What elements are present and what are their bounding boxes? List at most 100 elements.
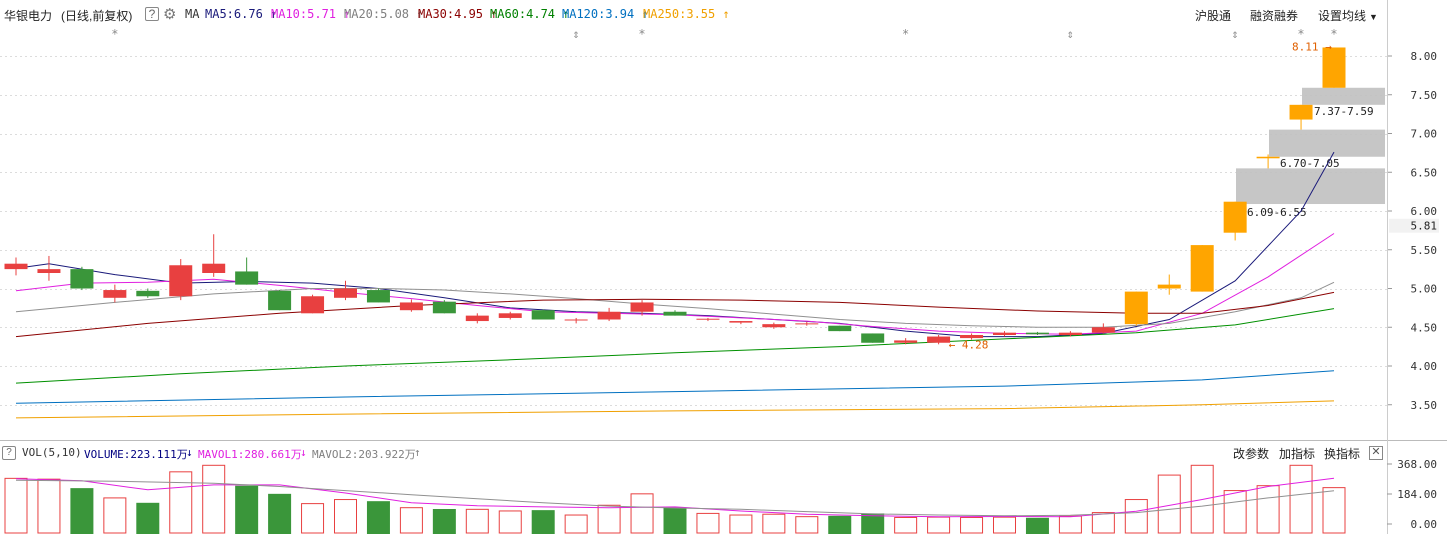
price-tick-label-5: 5.50 <box>1411 244 1438 257</box>
event-marker-6: * <box>1297 27 1304 41</box>
grid-lines <box>0 56 1387 406</box>
volume-bar-0 <box>4 477 28 534</box>
price-band-0 <box>1302 87 1385 105</box>
volume-bar-15 <box>498 510 522 534</box>
candle-body-33 <box>1091 327 1115 333</box>
price-band-2 <box>1236 168 1385 205</box>
current-price-label: 5.81 <box>1411 220 1438 233</box>
volume-bar-31 <box>1025 517 1049 534</box>
volume-bar-8 <box>268 493 292 534</box>
mavol2-value: MAVOL2:203.922万 <box>312 448 416 461</box>
add-indicator-button[interactable]: 加指标 <box>1279 445 1315 462</box>
candle-body-35 <box>1157 284 1181 289</box>
price-axis: 8.00 7.50 7.00 6.50 6.00 5.50 5.00 4.50 4.00 3.50… <box>1387 50 1439 412</box>
arrow-down-icon: ↓ <box>186 446 193 459</box>
candle-body-11 <box>366 290 390 303</box>
candle-body-32 <box>1058 332 1082 335</box>
event-marker-4: ⇕ <box>1067 27 1074 41</box>
volume-bar-14 <box>465 508 489 534</box>
price-tick-label-7: 4.50 <box>1411 321 1438 334</box>
candle-body-2 <box>70 269 94 289</box>
volume-bar-9 <box>301 503 325 534</box>
volume-bar-5 <box>169 471 193 534</box>
candle-body-7 <box>235 271 259 285</box>
candle-body-19 <box>630 302 654 312</box>
volume-bar-10 <box>334 499 357 534</box>
candle-body-12 <box>399 302 423 311</box>
candle-body-1 <box>37 269 61 273</box>
candle-body-0 <box>4 263 28 270</box>
switch-indicator-button[interactable]: 换指标 <box>1324 445 1360 462</box>
volume-bar-29 <box>960 516 984 534</box>
volume-bar-25 <box>828 515 852 534</box>
candle-body-17 <box>564 319 588 321</box>
volume-tick-label-0: 368.00 <box>1397 458 1437 471</box>
candle-body-16 <box>531 310 555 320</box>
volume-bar-11 <box>366 501 390 534</box>
volume-header: ? VOL(5,10) VOLUME:223.111万 ↓ MAVOL1:280… <box>0 443 1387 461</box>
candle-body-13 <box>432 301 456 314</box>
candle-body-28 <box>927 336 951 343</box>
candle-body-38 <box>1256 156 1280 159</box>
event-marker-0: * <box>111 27 118 41</box>
volume-bar-38 <box>1256 485 1280 534</box>
volume-bar-40 <box>1322 487 1346 534</box>
candle-body-27 <box>894 340 918 343</box>
low-price-label: ← 4.28 <box>949 338 989 351</box>
volume-indicator-title: VOL(5,10) <box>22 446 82 459</box>
volume-bar-20 <box>663 507 687 534</box>
price-tick-label-0: 8.00 <box>1411 50 1438 63</box>
volume-bar-17 <box>564 514 588 534</box>
volume-bar-13 <box>432 509 456 534</box>
volume-bar-4 <box>136 502 160 534</box>
annotations: 8.11 → ← 4.28 * ⇕ * * ⇕ ⇕ * * <box>111 27 1337 351</box>
candle-body-3 <box>103 290 127 298</box>
volume-bar-26 <box>861 513 885 534</box>
change-params-button[interactable]: 改参数 <box>1233 445 1269 462</box>
moving-average-lines <box>15 151 1335 419</box>
price-tick-label-4: 6.00 <box>1411 205 1438 218</box>
volume-bar-22 <box>729 514 753 534</box>
event-marker-3: * <box>902 27 909 41</box>
candle-body-22 <box>729 321 753 323</box>
volume-bar-34 <box>1124 499 1148 534</box>
price-band-label-0: 7.37-7.59 <box>1314 105 1374 118</box>
question-icon[interactable]: ? <box>2 446 16 460</box>
candle-body-34 <box>1124 291 1148 325</box>
volume-bar-7 <box>235 485 259 534</box>
arrow-down-icon: ↓ <box>300 446 307 459</box>
candle-body-5 <box>169 265 193 297</box>
volume-bar-19 <box>630 493 654 534</box>
candle-body-39 <box>1289 104 1313 120</box>
ma-line-ma120 <box>15 370 1335 404</box>
candle-body-21 <box>696 318 720 320</box>
high-price-label: 8.11 → <box>1292 40 1332 53</box>
candle-body-20 <box>663 311 687 316</box>
volume-tick-label-1: 184.00 <box>1397 488 1437 501</box>
volume-bar-32 <box>1058 515 1082 534</box>
volume-bars <box>4 464 1346 534</box>
candle-body-30 <box>993 332 1016 335</box>
candle-body-26 <box>861 333 885 343</box>
price-tick-label-6: 5.00 <box>1411 283 1438 296</box>
mavol1-value: MAVOL1:280.661万 <box>198 448 302 461</box>
volume-bar-6 <box>202 464 226 534</box>
candle-body-15 <box>498 313 522 318</box>
event-marker-5: ⇕ <box>1232 27 1239 41</box>
volume-bar-24 <box>795 516 819 534</box>
candle-body-14 <box>465 315 489 322</box>
volume-bar-27 <box>894 516 918 534</box>
candle-body-36 <box>1190 245 1214 292</box>
volume-bar-28 <box>927 516 951 534</box>
event-marker-1: ⇕ <box>573 27 580 41</box>
candle-body-18 <box>597 311 621 320</box>
candle-body-31 <box>1025 332 1049 335</box>
event-marker-7: * <box>1330 27 1337 41</box>
volume-value: VOLUME:223.111万 <box>84 448 188 461</box>
close-icon[interactable]: ✕ <box>1369 446 1383 460</box>
arrow-up-icon: ↑ <box>414 446 421 459</box>
volume-bar-30 <box>993 516 1016 534</box>
volume-bar-37 <box>1223 490 1247 534</box>
volume-bar-16 <box>531 510 555 534</box>
volume-bar-12 <box>399 507 423 534</box>
